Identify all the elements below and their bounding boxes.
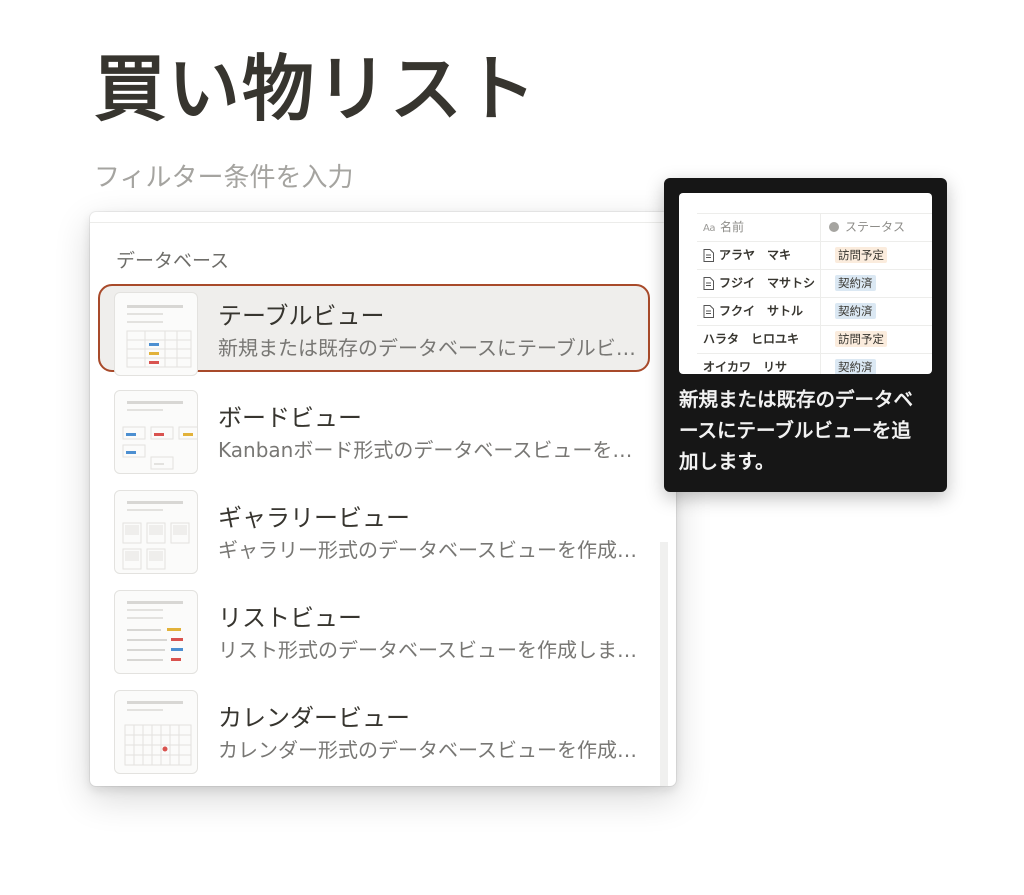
preview-cell-name: フジイ マサトシ bbox=[719, 276, 816, 290]
preview-row: フジイ マサトシ 契約済 bbox=[697, 270, 932, 298]
preview-cell-name: ハラタ ヒロユキ bbox=[703, 332, 800, 346]
status-tag: 契約済 bbox=[835, 359, 876, 374]
text-property-icon: Aa bbox=[703, 223, 715, 234]
preview-row: アラヤ マキ 訪問予定 bbox=[697, 242, 932, 270]
menu-item-title: リストビュー bbox=[218, 604, 362, 632]
menu-item-board-view[interactable]: ボードビュー Kanbanボード形式のデータベースビューを作成します。 bbox=[98, 386, 650, 474]
preview-column-status: ステータス bbox=[821, 214, 905, 241]
menu-item-title: カレンダービュー bbox=[218, 704, 410, 732]
gallery-view-thumbnail bbox=[114, 490, 198, 574]
status-property-icon bbox=[829, 222, 839, 232]
status-tag: 契約済 bbox=[835, 303, 876, 319]
preview-column-label: ステータス bbox=[845, 220, 906, 234]
menu-item-calendar-view[interactable]: カレンダービュー カレンダー形式のデータベースビューを作成します。 bbox=[98, 686, 650, 774]
page: 買い物リスト データベース bbox=[0, 0, 1024, 895]
preview-cell-name: オイカワ リサ bbox=[703, 360, 788, 374]
menu-item-description: リスト形式のデータベースビューを作成します。 bbox=[218, 638, 638, 662]
document-icon bbox=[703, 249, 714, 262]
preview-row: フクイ サトル 契約済 bbox=[697, 298, 932, 326]
menu-item-table-view[interactable]: テーブルビュー 新規または既存のデータベースにテーブルビューを追加します。 bbox=[98, 284, 650, 376]
menu-divider bbox=[90, 222, 676, 223]
tooltip-description: 新規または既存のデータベースにテーブルビューを追加します。 bbox=[679, 388, 914, 473]
document-icon bbox=[703, 277, 714, 290]
status-tag: 訪問予定 bbox=[835, 331, 887, 347]
menu-item-title: テーブルビュー bbox=[218, 302, 385, 330]
page-title[interactable]: 買い物リスト bbox=[94, 44, 538, 134]
table-preview: Aa 名前 ステータス アラヤ マキ 訪問予定 フジイ マサトシ 契約済 フクイ … bbox=[679, 193, 932, 374]
section-label-database: データベース bbox=[116, 250, 230, 272]
preview-row: オイカワ リサ 契約済 bbox=[697, 354, 932, 374]
menu-scrollbar[interactable] bbox=[660, 542, 668, 786]
menu-item-description: カレンダー形式のデータベースビューを作成します。 bbox=[218, 738, 638, 762]
menu-item-list-view[interactable]: リストビュー リスト形式のデータベースビューを作成します。 bbox=[98, 586, 650, 674]
document-icon bbox=[703, 305, 714, 318]
status-tag: 訪問予定 bbox=[835, 247, 887, 263]
view-tooltip: Aa 名前 ステータス アラヤ マキ 訪問予定 フジイ マサトシ 契約済 フクイ … bbox=[664, 178, 947, 492]
calendar-view-thumbnail bbox=[114, 690, 198, 774]
menu-item-gallery-view[interactable]: ギャラリービュー ギャラリー形式のデータベースビューを作成します。 bbox=[98, 486, 650, 574]
preview-cell-name: アラヤ マキ bbox=[719, 248, 792, 262]
menu-item-title: ギャラリービュー bbox=[218, 504, 410, 532]
preview-table: Aa 名前 ステータス アラヤ マキ 訪問予定 フジイ マサトシ 契約済 フクイ … bbox=[697, 213, 932, 374]
board-view-thumbnail bbox=[114, 390, 198, 474]
view-type-menu: データベース テーブルビュー 新規または既存のデータベースにテーブルビュ ボード… bbox=[90, 212, 676, 786]
preview-column-label: 名前 bbox=[719, 220, 744, 234]
preview-column-name: Aa 名前 bbox=[697, 214, 821, 241]
menu-item-description: 新規または既存のデータベースにテーブルビューを追加します。 bbox=[218, 336, 638, 360]
table-view-thumbnail bbox=[114, 292, 198, 376]
menu-item-description: Kanbanボード形式のデータベースビューを作成します。 bbox=[218, 438, 638, 462]
preview-row: ハラタ ヒロユキ 訪問予定 bbox=[697, 326, 932, 354]
status-tag: 契約済 bbox=[835, 275, 876, 291]
preview-header-row: Aa 名前 ステータス bbox=[697, 213, 932, 242]
filter-input[interactable] bbox=[94, 160, 494, 196]
menu-item-description: ギャラリー形式のデータベースビューを作成します。 bbox=[218, 538, 638, 562]
menu-item-title: ボードビュー bbox=[218, 404, 362, 432]
list-view-thumbnail bbox=[114, 590, 198, 674]
preview-cell-name: フクイ サトル bbox=[719, 304, 804, 318]
